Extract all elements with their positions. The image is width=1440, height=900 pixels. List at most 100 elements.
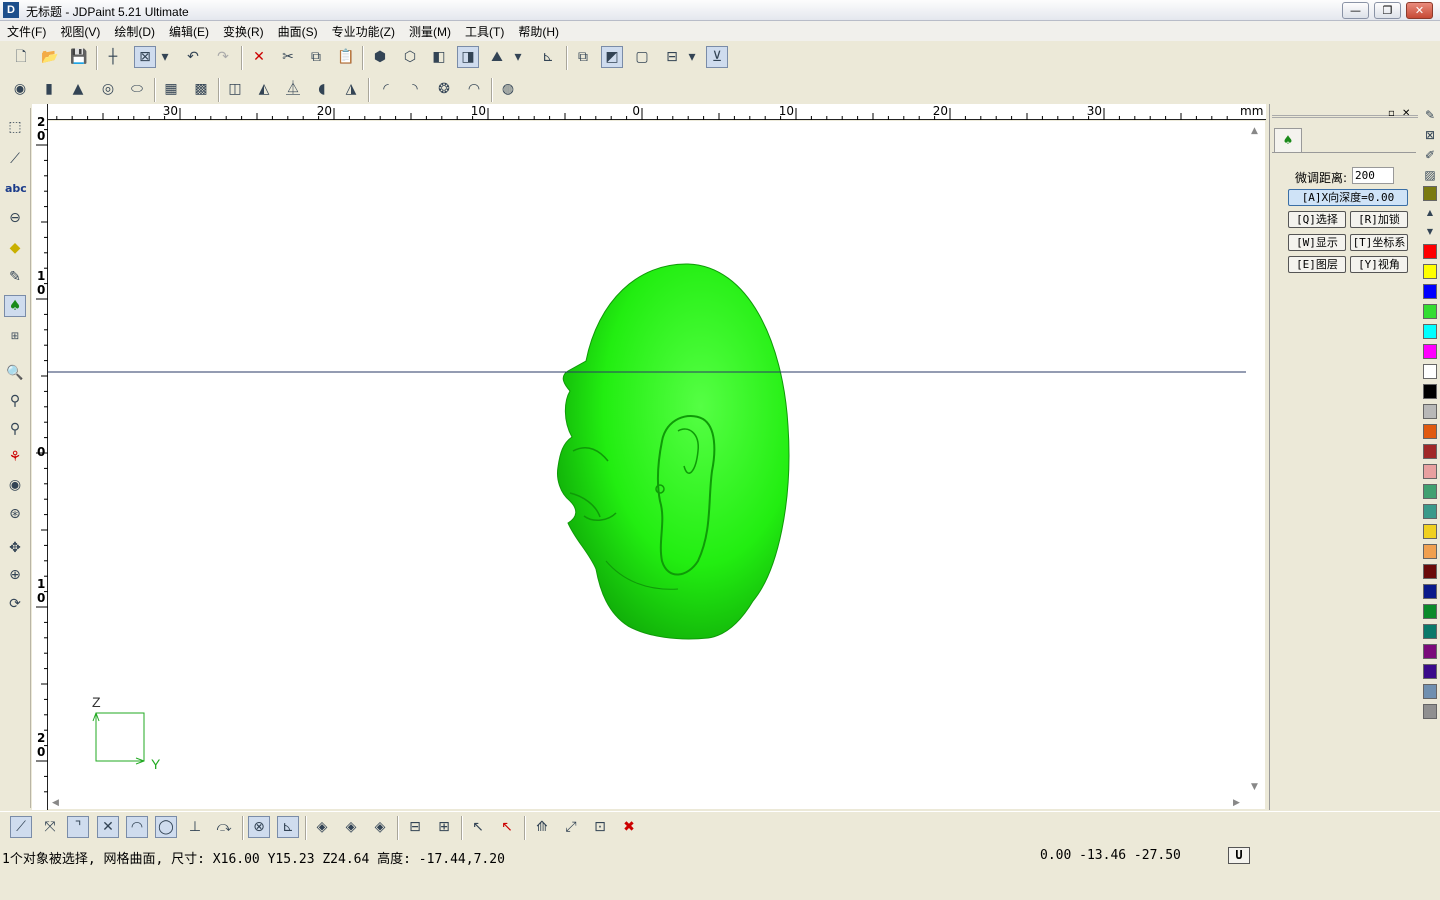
menu-item-9[interactable]: 帮助(H) xyxy=(511,21,566,42)
torus-icon[interactable]: ◎ xyxy=(97,78,119,100)
color-swatch[interactable] xyxy=(1423,644,1437,659)
color-swatch[interactable] xyxy=(1423,624,1437,639)
light-dropdown-chevron-icon[interactable]: ▾ xyxy=(510,46,526,68)
tube-surface-icon[interactable]: ◠ xyxy=(463,78,485,100)
pick-cancel-icon[interactable]: ↖ xyxy=(496,816,518,838)
coordinate-system-button[interactable]: [T]坐标系 xyxy=(1350,234,1408,251)
view-solid-icon[interactable]: ⬢ xyxy=(369,46,391,68)
menu-item-2[interactable]: 绘制(D) xyxy=(107,21,162,42)
panel-float-icon[interactable]: ▫ xyxy=(1388,108,1395,119)
select-dropdown-chevron-icon[interactable]: ▾ xyxy=(157,46,173,68)
height-plane-icon[interactable]: ⊟ xyxy=(404,816,426,838)
color-cube-icon[interactable]: ◩ xyxy=(601,46,623,68)
fill-diamond-icon[interactable]: ◆ xyxy=(4,237,26,259)
maximize-button[interactable]: ❐ xyxy=(1374,2,1401,19)
text-abc-icon[interactable]: abc xyxy=(4,178,27,200)
color-swatch[interactable] xyxy=(1423,424,1437,439)
snap-crosshair-icon[interactable]: ┼ xyxy=(102,46,124,68)
color-swatch[interactable] xyxy=(1423,544,1437,559)
menu-item-0[interactable]: 文件(F) xyxy=(0,21,53,42)
zoom-all-icon[interactable]: ⚘ xyxy=(4,446,26,468)
menu-item-1[interactable]: 视图(V) xyxy=(53,21,107,42)
3d-viewport[interactable]: Z Y ▲ ▼ ◀ ▶ xyxy=(48,121,1265,809)
color-swatch[interactable] xyxy=(1423,344,1437,359)
snap-perpendicular-icon[interactable]: ⊥ xyxy=(184,816,206,838)
workplane-axis-icon[interactable]: ⊻ xyxy=(706,46,728,68)
plane-yz-icon[interactable]: ◈ xyxy=(340,816,362,838)
color-swatch[interactable] xyxy=(1423,324,1437,339)
view-shaded-icon[interactable]: ◧ xyxy=(428,46,450,68)
layer-button[interactable]: [E]图层 xyxy=(1288,256,1346,273)
snap-corner-icon[interactable]: ⌝ xyxy=(67,816,89,838)
zoom-in-icon[interactable]: ⚲ xyxy=(4,418,26,440)
local-coords-icon[interactable]: ⟰ xyxy=(531,816,553,838)
color-swatch[interactable] xyxy=(1423,664,1437,679)
sweep-surface-icon[interactable]: ◖ xyxy=(311,78,333,100)
snap-ortho-icon[interactable]: ⊾ xyxy=(277,816,299,838)
snap-arc-icon[interactable]: ◠ xyxy=(126,816,148,838)
layer-dropdown-chevron-icon[interactable]: ▾ xyxy=(684,46,700,68)
menu-item-8[interactable]: 工具(T) xyxy=(458,21,511,42)
cube-outline-icon[interactable]: ▢ xyxy=(631,46,653,68)
color-swatch[interactable] xyxy=(1423,284,1437,299)
pan-icon[interactable]: ✥ xyxy=(4,537,26,559)
select-button[interactable]: [Q]选择 xyxy=(1288,211,1346,228)
menu-item-5[interactable]: 曲面(S) xyxy=(271,21,325,42)
copy-icon[interactable]: ⧉ xyxy=(305,46,327,68)
close-button[interactable]: ✕ xyxy=(1406,2,1433,19)
horizontal-scrollbar[interactable]: ◀ ▶ xyxy=(52,798,1240,808)
palette-scroll-down-icon[interactable]: ▼ xyxy=(1420,224,1440,240)
panel-close-icon[interactable]: ✕ xyxy=(1402,108,1410,119)
spiral-surface-icon[interactable]: ◍ xyxy=(497,78,519,100)
lock-button[interactable]: [R]加锁 xyxy=(1350,211,1408,228)
window-cascade-icon[interactable]: ⧉ xyxy=(572,46,594,68)
eye-view-icon[interactable]: ◉ xyxy=(4,474,26,496)
ruler-measure-icon[interactable]: ⊞ xyxy=(4,326,26,348)
paste-icon[interactable]: 📋 xyxy=(335,46,357,68)
view-angle-button[interactable]: [Y]视角 xyxy=(1350,256,1408,273)
color-swatch[interactable] xyxy=(1423,444,1437,459)
offset-surface-icon[interactable]: ◝ xyxy=(404,78,426,100)
plane-zx-icon[interactable]: ◈ xyxy=(369,816,391,838)
coordinate-axis-icon[interactable]: ⊾ xyxy=(537,46,559,68)
clear-snap-icon[interactable]: ✖ xyxy=(618,816,640,838)
color-swatch[interactable] xyxy=(1423,464,1437,479)
fine-tune-input[interactable] xyxy=(1352,167,1394,184)
redo-icon[interactable]: ↷ xyxy=(212,46,234,68)
sculpt-tool-icon[interactable]: ♠ xyxy=(4,295,26,317)
snap-circle-icon[interactable]: ◯ xyxy=(155,816,177,838)
coords-list-icon[interactable]: ⊡ xyxy=(589,816,611,838)
color-swatch[interactable] xyxy=(1423,704,1437,719)
layer-view-icon[interactable]: ⊟ xyxy=(661,46,683,68)
extrude-surface-icon[interactable]: ◫ xyxy=(224,78,246,100)
height-plane-set-icon[interactable]: ⊞ xyxy=(433,816,455,838)
color-swatch[interactable] xyxy=(1423,584,1437,599)
minimize-button[interactable]: — xyxy=(1342,2,1369,19)
rectangle-select-icon[interactable]: ⬚ xyxy=(4,116,26,138)
polyline-icon[interactable]: ⟋ xyxy=(4,148,26,170)
vertical-scrollbar[interactable]: ▲ ▼ xyxy=(1251,126,1258,792)
head-mesh-model[interactable] xyxy=(557,263,790,640)
menu-item-3[interactable]: 编辑(E) xyxy=(162,21,216,42)
snap-intersection-icon[interactable]: ✕ xyxy=(97,816,119,838)
palette-scroll-up-icon[interactable]: ▲ xyxy=(1420,205,1440,221)
view-wireframe-icon[interactable]: ⬡ xyxy=(399,46,421,68)
sculpt-tab-icon[interactable]: ♠ xyxy=(1274,128,1302,152)
zoom-window-icon[interactable]: 🔍 xyxy=(4,362,26,384)
cut-icon[interactable]: ✂ xyxy=(277,46,299,68)
color-swatch[interactable] xyxy=(1423,244,1437,259)
circle-draw-icon[interactable]: ⊖ xyxy=(4,207,26,229)
cylinder-icon[interactable]: ▮ xyxy=(38,78,60,100)
menu-item-7[interactable]: 测量(M) xyxy=(402,21,458,42)
color-swatch[interactable] xyxy=(1423,384,1437,399)
zoom-fit-icon[interactable]: ⊛ xyxy=(4,503,26,525)
no-color-icon[interactable]: ⊠ xyxy=(1420,126,1440,144)
x-depth-button[interactable]: [A]X向深度=0.00 xyxy=(1288,189,1408,206)
color-swatch[interactable] xyxy=(1423,264,1437,279)
viewport-canvas[interactable]: Z Y ▲ ▼ ◀ ▶ xyxy=(48,121,1265,809)
snap-center-icon[interactable]: ⊗ xyxy=(248,816,270,838)
align-coords-icon[interactable]: ⤢ xyxy=(560,816,582,838)
color-swatch[interactable] xyxy=(1423,564,1437,579)
color-swatch[interactable] xyxy=(1423,604,1437,619)
pattern-icon[interactable]: ▨ xyxy=(1420,166,1440,184)
